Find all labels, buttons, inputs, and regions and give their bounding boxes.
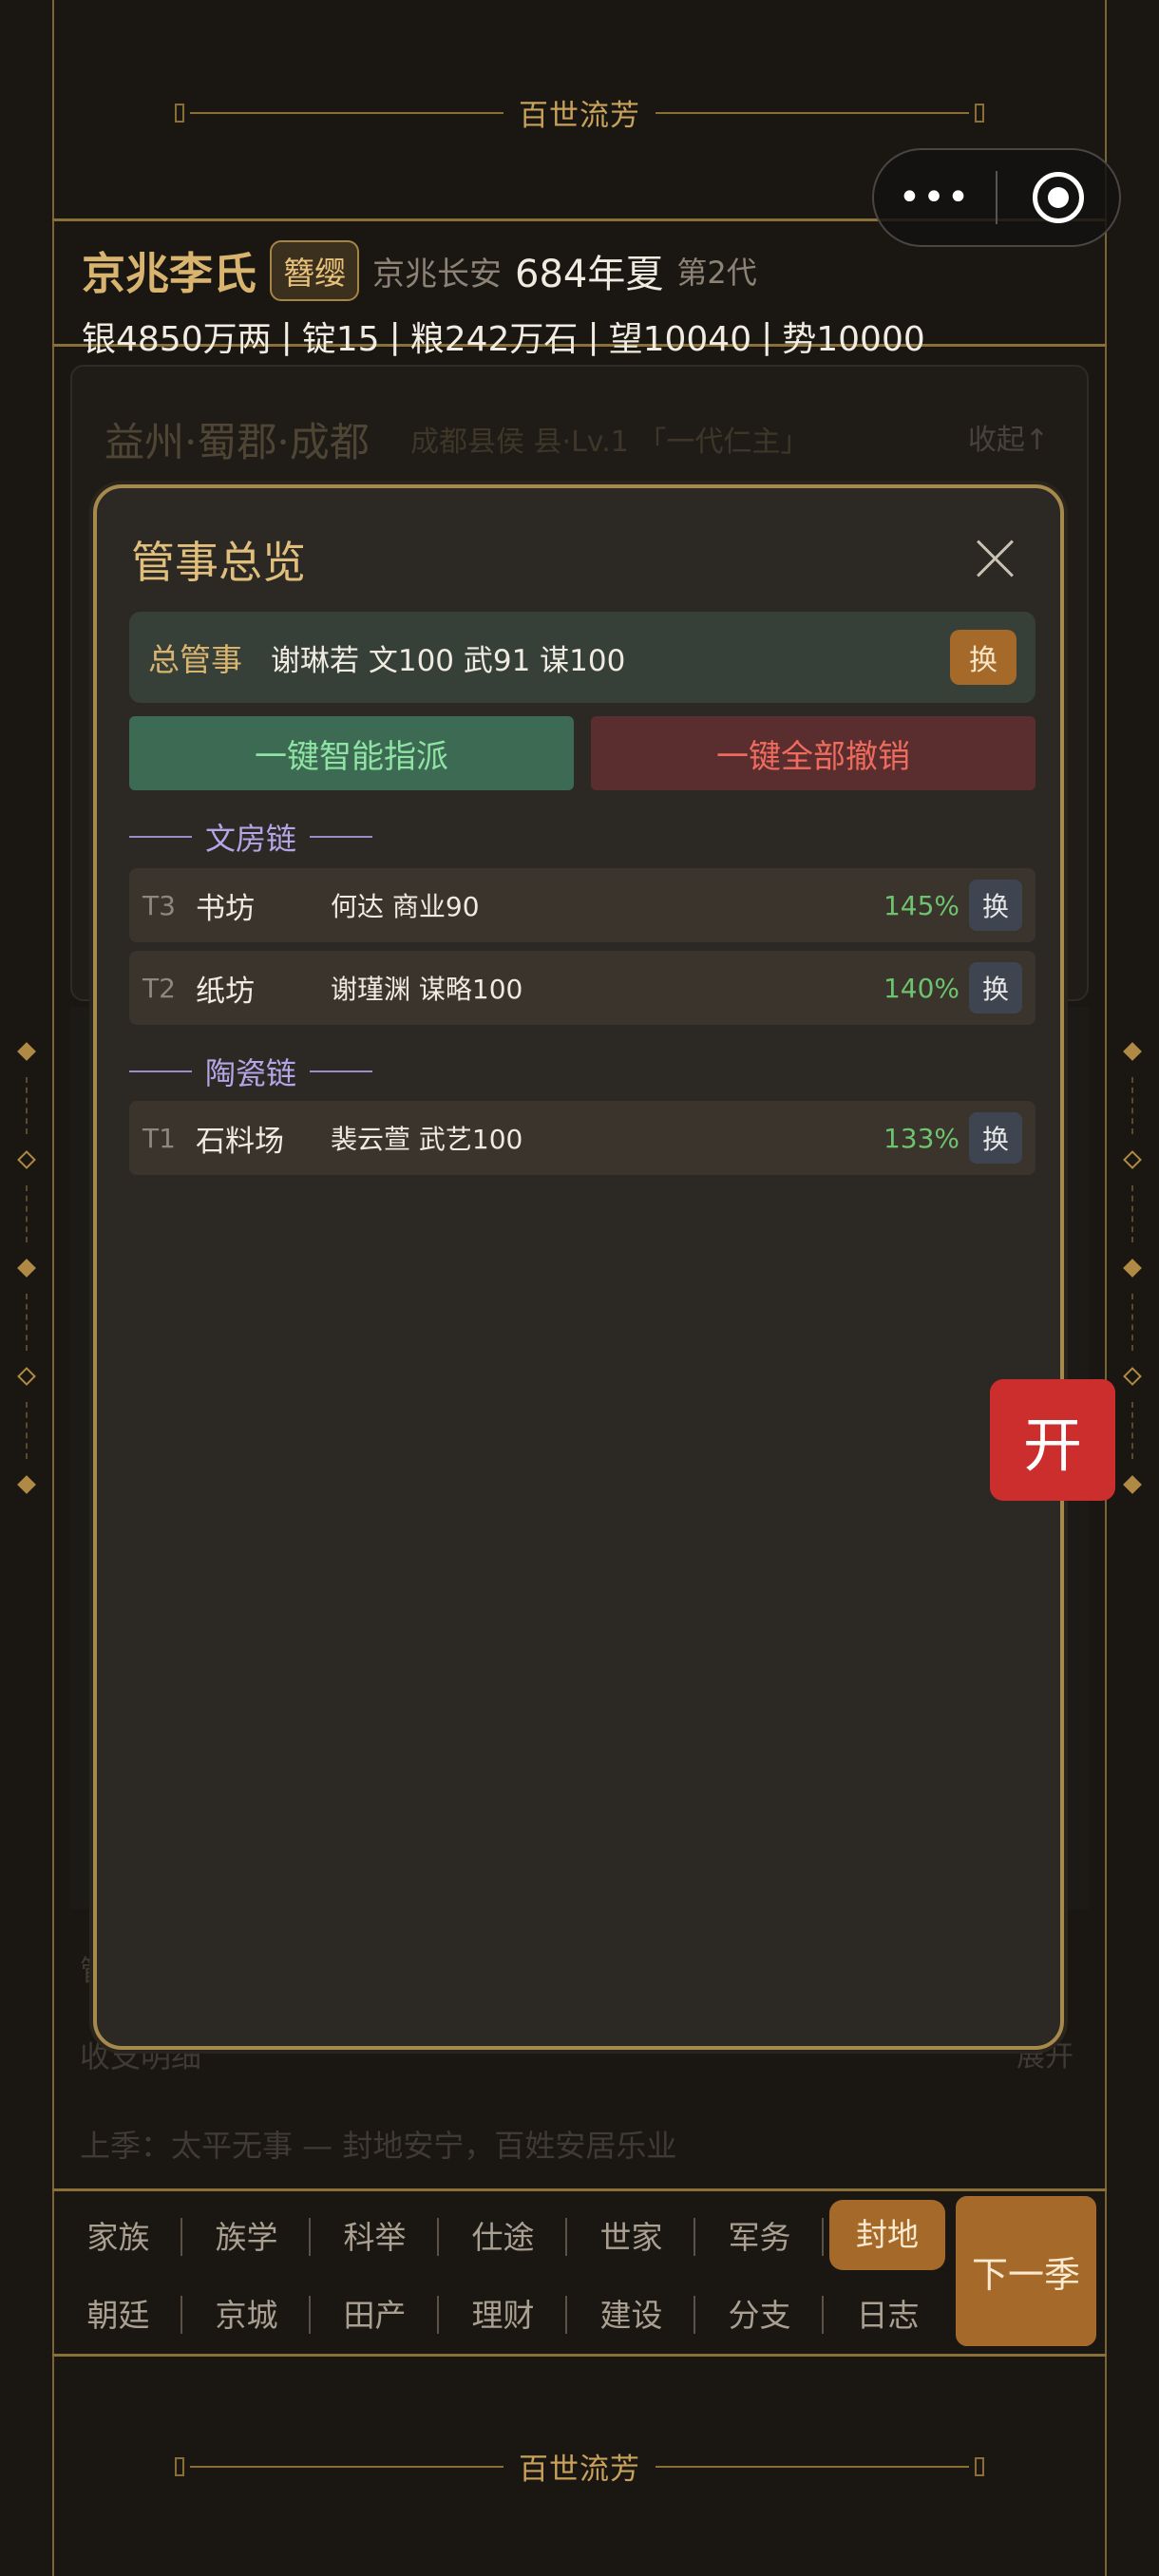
workshop-tier: T3 [142,889,176,921]
chain-dash [129,836,192,838]
banner-title: 百世流芳 [519,2453,640,2487]
workshop-tier: T2 [142,972,176,1004]
nav-item-noble-houses[interactable]: 世家 [567,2212,695,2258]
workshop-name: 石料场 [196,1124,284,1159]
collapse-link: 收起↑ [967,424,1049,457]
workshop-efficiency: 133% [883,1122,960,1154]
nav-item-finance[interactable]: 理财 [439,2290,567,2336]
nav-item-career[interactable]: 仕途 [439,2212,567,2258]
nav-item-court[interactable]: 朝廷 [54,2290,182,2336]
next-season-button[interactable]: 下一季 [956,2196,1096,2346]
nav-item-capital[interactable]: 京城 [182,2290,311,2336]
chain-name: 文房链 [205,821,297,857]
stat-divider: | [280,316,293,356]
right-ornament [1123,1042,1142,1539]
workshop-efficiency: 140% [883,972,960,1004]
banner-line-right [656,111,969,114]
stat-power: 势10000 [782,320,925,359]
nav-item-clan-school[interactable]: 族学 [182,2212,311,2258]
left-ornament [17,1042,36,1539]
workshop-name: 书坊 [196,891,255,926]
generation-text: 第2代 [676,255,757,291]
nav-item-exam[interactable]: 科举 [311,2212,439,2258]
revoke-all-button[interactable]: 一键全部撤销 [591,716,1036,790]
stat-silver: 银4850万两 [82,320,272,359]
year-season: 684年夏 [515,253,664,296]
workshop-row: T3 书坊 何达 商业90 145% 换 [129,868,1036,942]
chain-dash [129,1070,192,1072]
banner-cap-right [975,2456,984,2476]
target-icon [1032,172,1084,223]
bottom-nav: 家族 族学 科举 仕途 世家 军务 封地 朝廷 京城 田产 理财 建设 分支 日… [54,2192,1105,2354]
stat-divider: | [761,316,773,356]
banner-cap-left [175,2456,184,2476]
nav-item-fief[interactable]: 封地 [829,2200,945,2270]
banner-line-left [190,111,504,114]
banner-title: 百世流芳 [519,99,640,133]
workshop-row: T1 石料场 裴云萱 武艺100 133% 换 [129,1101,1036,1175]
workshop-efficiency: 145% [883,889,960,921]
workshop-swap-button[interactable]: 换 [969,962,1022,1013]
location-text: 京兆长安 [372,255,502,294]
chief-steward-value: 谢琳若 文100 武91 谋100 [271,643,626,678]
chain-header: 文房链 [129,815,373,859]
chief-steward-label: 总管事 [148,641,242,678]
close-icon[interactable] [977,540,1015,578]
last-season-report: 上季：太平无事 — 封地安宁，百姓安居乐业 [80,2128,677,2164]
nav-item-log[interactable]: 日志 [824,2290,952,2336]
stat-ingot: 锭15 [301,320,380,359]
banner-cap-left [175,103,184,123]
chain-name: 陶瓷链 [205,1055,297,1091]
bulk-action-row: 一键智能指派 一键全部撤销 [129,716,1036,790]
workshop-swap-button[interactable]: 换 [969,1112,1022,1164]
modal-title: 管事总览 [131,537,306,588]
family-header: 京兆李氏 簪缨 京兆长安 684年夏 第2代 银4850万两 | 锭15 | 粮… [82,237,1089,361]
workshop-manager: 谢瑾渊 谋略100 [331,974,523,1005]
auto-assign-button[interactable]: 一键智能指派 [129,716,574,790]
fief-subtitle: 成都县侯 县·Lv.1 「一代仁主」 [410,426,809,459]
nav-row-1: 家族 族学 科举 仕途 世家 军务 封地 [54,2200,945,2270]
nav-row-2: 朝廷 京城 田产 理财 建设 分支 日志 [54,2278,952,2348]
chain-dash [310,836,373,838]
stat-grain: 粮242万石 [409,320,579,359]
stat-prestige: 望10040 [608,320,752,359]
chief-swap-button[interactable]: 换 [950,630,1016,685]
workshop-swap-button[interactable]: 换 [969,880,1022,931]
nav-item-military[interactable]: 军务 [695,2212,824,2258]
frame-nav-top-line [52,2188,1107,2191]
top-banner: 百世流芳 [54,91,1105,134]
chain-header: 陶瓷链 [129,1050,373,1093]
open-button[interactable]: 开 [990,1379,1115,1501]
nav-item-branches[interactable]: 分支 [695,2290,824,2336]
workshop-manager: 裴云萱 武艺100 [331,1124,523,1155]
header-title-row: 京兆李氏 簪缨 京兆长安 684年夏 第2代 [82,237,1089,304]
bottom-banner: 百世流芳 [54,2445,1105,2488]
workshop-name: 纸坊 [196,974,255,1009]
banner-line-right [656,2465,969,2468]
resource-stats: 银4850万两 | 锭15 | 粮242万石 | 望10040 | 势10000 [82,312,1089,361]
workshop-row: T2 纸坊 谢瑾渊 谋略100 140% 换 [129,951,1036,1025]
chain-dash [310,1070,373,1072]
more-menu-icon[interactable]: ••• [874,176,996,219]
stat-divider: | [389,316,401,356]
workshop-manager: 何达 商业90 [331,891,480,922]
clan-name: 京兆李氏 [82,248,256,299]
close-miniprogram-button[interactable] [998,172,1119,223]
frame-nav-bottom-line [52,2354,1107,2357]
nav-item-farmland[interactable]: 田产 [311,2290,439,2336]
nav-item-construction[interactable]: 建设 [567,2290,695,2336]
miniprogram-capsule: ••• [872,148,1121,247]
banner-line-left [190,2465,504,2468]
rank-badge: 簪缨 [270,240,359,301]
banner-cap-right [975,103,984,123]
fief-title: 益州·蜀郡·成都 [104,419,370,465]
nav-item-family[interactable]: 家族 [54,2212,182,2258]
workshop-tier: T1 [142,1122,176,1154]
stat-divider: | [587,316,599,356]
chief-steward-row: 总管事 谢琳若 文100 武91 谋100 换 [129,612,1036,703]
steward-overview-modal: 管事总览 总管事 谢琳若 文100 武91 谋100 换 一键智能指派 一键全部… [93,484,1064,2050]
